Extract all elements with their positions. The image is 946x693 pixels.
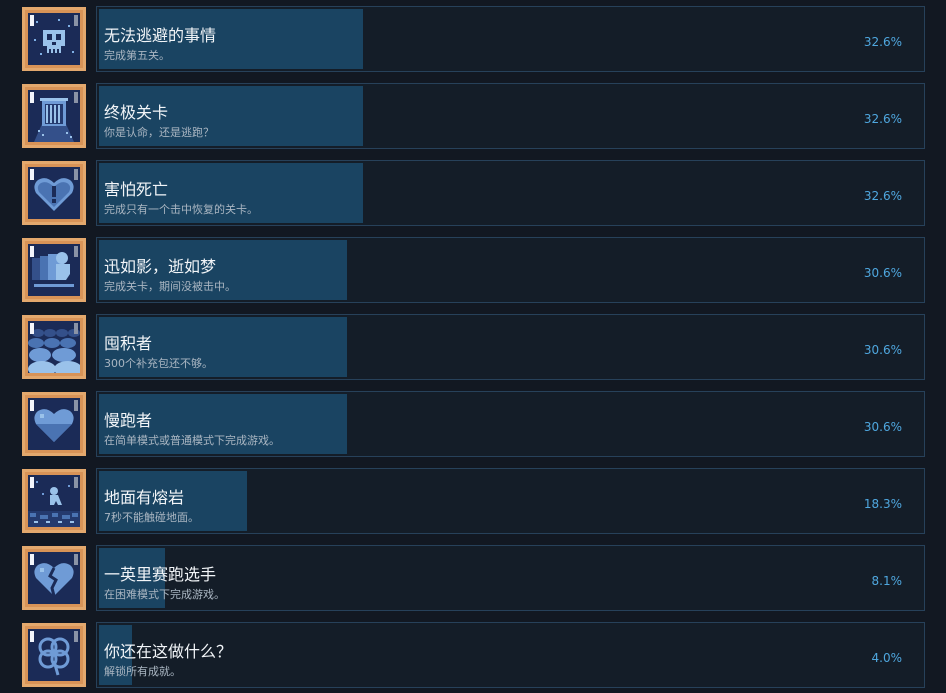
achievement-icon-frame <box>22 84 86 148</box>
achievement-card: 你还在这做什么？ 解锁所有成就。 4.0% <box>96 622 925 688</box>
tag-left-icon <box>30 400 34 411</box>
achievement-row[interactable]: 无法逃避的事情 完成第五关。 32.6% <box>22 6 925 72</box>
cracked-heart-icon <box>28 552 80 604</box>
achievement-description: 在困难模式下完成游戏。 <box>104 588 225 601</box>
achievement-percent: 32.6% <box>863 35 902 49</box>
tag-right-icon <box>74 554 78 565</box>
achievement-description: 完成只有一个击中恢复的关卡。 <box>104 203 258 216</box>
tag-right-icon <box>74 323 78 334</box>
tag-left-icon <box>30 554 34 565</box>
achievement-percent: 4.0% <box>871 651 903 665</box>
achievement-percent: 30.6% <box>863 266 902 280</box>
achievement-description: 7秒不能触碰地面。 <box>104 511 199 524</box>
tag-left-icon <box>30 631 34 642</box>
achievement-card: 一英里赛跑选手 在困难模式下完成游戏。 8.1% <box>96 545 925 611</box>
achievement-list: 无法逃避的事情 完成第五关。 32.6% 终极关卡 你是认命，还是逃跑？ 32.… <box>0 0 946 693</box>
achievement-title: 你还在这做什么？ <box>104 642 233 661</box>
stacked-packs-icon <box>28 321 80 373</box>
achievement-description: 解锁所有成就。 <box>104 665 181 678</box>
achievement-percent: 30.6% <box>863 420 902 434</box>
achievement-icon-frame <box>22 392 86 456</box>
skull-icon <box>28 13 80 65</box>
achievement-row[interactable]: 慢跑者 在简单模式或普通模式下完成游戏。 30.6% <box>22 391 925 457</box>
tag-right-icon <box>74 92 78 103</box>
achievement-card: 地面有熔岩 7秒不能触碰地面。 18.3% <box>96 468 925 534</box>
tag-left-icon <box>30 246 34 257</box>
tag-left-icon <box>30 15 34 26</box>
achievement-row[interactable]: 你还在这做什么？ 解锁所有成就。 4.0% <box>22 622 925 688</box>
achievement-title: 地面有熔岩 <box>104 488 185 507</box>
achievement-title: 一英里赛跑选手 <box>104 565 217 584</box>
achievement-description: 你是认命，还是逃跑？ <box>104 126 214 139</box>
achievement-icon-frame <box>22 546 86 610</box>
achievement-row[interactable]: 囤积者 300个补充包还不够。 30.6% <box>22 314 925 380</box>
gate-icon <box>28 90 80 142</box>
achievement-title: 无法逃避的事情 <box>104 26 217 45</box>
achievement-icon-frame <box>22 623 86 687</box>
achievement-icon-frame <box>22 161 86 225</box>
tag-right-icon <box>74 477 78 488</box>
achievement-title: 慢跑者 <box>104 411 153 430</box>
achievement-card: 无法逃避的事情 完成第五关。 32.6% <box>96 6 925 72</box>
achievement-card: 迅如影，逝如梦 完成关卡，期间没被击中。 30.6% <box>96 237 925 303</box>
achievement-title: 迅如影，逝如梦 <box>104 257 217 276</box>
achievement-description: 完成第五关。 <box>104 49 170 62</box>
tag-left-icon <box>30 169 34 180</box>
achievement-card: 害怕死亡 完成只有一个击中恢复的关卡。 32.6% <box>96 160 925 226</box>
clover-icon <box>28 629 80 681</box>
achievement-title: 害怕死亡 <box>104 180 169 199</box>
achievement-percent: 8.1% <box>871 574 903 588</box>
tag-right-icon <box>74 169 78 180</box>
achievement-title: 囤积者 <box>104 334 153 353</box>
tag-right-icon <box>74 15 78 26</box>
achievement-row[interactable]: 终极关卡 你是认命，还是逃跑？ 32.6% <box>22 83 925 149</box>
achievement-description: 在简单模式或普通模式下完成游戏。 <box>104 434 280 447</box>
speeding-runner-icon <box>28 244 80 296</box>
achievement-percent: 32.6% <box>863 112 902 126</box>
tag-right-icon <box>74 246 78 257</box>
achievement-row[interactable]: 迅如影，逝如梦 完成关卡，期间没被击中。 30.6% <box>22 237 925 303</box>
achievement-card: 终极关卡 你是认命，还是逃跑？ 32.6% <box>96 83 925 149</box>
achievement-icon-frame <box>22 238 86 302</box>
achievement-row[interactable]: 地面有熔岩 7秒不能触碰地面。 18.3% <box>22 468 925 534</box>
tag-left-icon <box>30 323 34 334</box>
achievement-icon-frame <box>22 7 86 71</box>
achievement-title: 终极关卡 <box>104 103 169 122</box>
achievement-row[interactable]: 害怕死亡 完成只有一个击中恢复的关卡。 32.6% <box>22 160 925 226</box>
tag-left-icon <box>30 92 34 103</box>
heart-exclamation-icon <box>28 167 80 219</box>
heart-icon <box>28 398 80 450</box>
achievement-icon-frame <box>22 469 86 533</box>
achievement-row[interactable]: 一英里赛跑选手 在困难模式下完成游戏。 8.1% <box>22 545 925 611</box>
tag-left-icon <box>30 477 34 488</box>
achievement-percent: 30.6% <box>863 343 902 357</box>
lava-floor-icon <box>28 475 80 527</box>
achievement-description: 完成关卡，期间没被击中。 <box>104 280 236 293</box>
achievement-card: 慢跑者 在简单模式或普通模式下完成游戏。 30.6% <box>96 391 925 457</box>
tag-right-icon <box>74 400 78 411</box>
achievement-icon-frame <box>22 315 86 379</box>
achievement-percent: 32.6% <box>863 189 902 203</box>
achievement-percent: 18.3% <box>863 497 902 511</box>
tag-right-icon <box>74 631 78 642</box>
achievement-description: 300个补充包还不够。 <box>104 357 213 370</box>
achievement-card: 囤积者 300个补充包还不够。 30.6% <box>96 314 925 380</box>
